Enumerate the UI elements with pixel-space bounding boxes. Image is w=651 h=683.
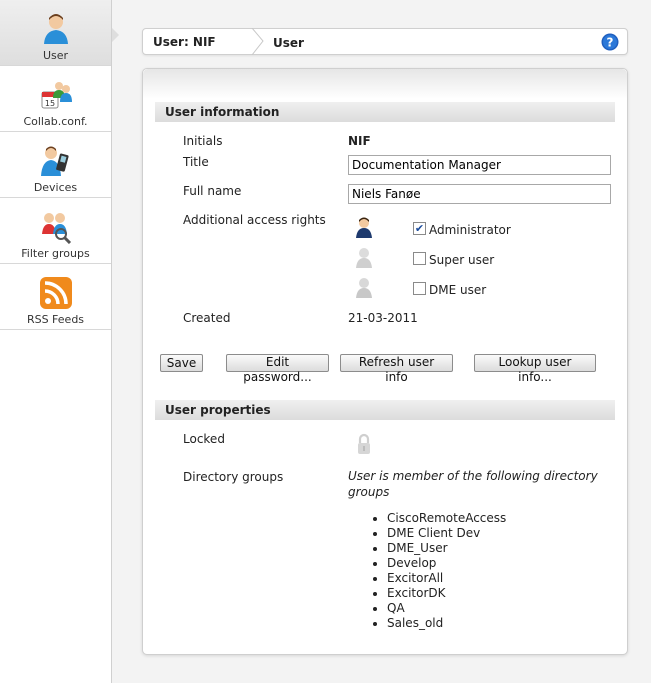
directory-groups-list: CiscoRemoteAccess DME Client Dev DME_Use… xyxy=(371,511,506,631)
user-icon xyxy=(43,14,68,44)
super-user-checkbox[interactable] xyxy=(413,252,426,265)
svg-text:?: ? xyxy=(607,36,614,50)
checkmark-icon: ✔ xyxy=(414,222,425,235)
sidebar-item-label: RSS Feeds xyxy=(26,313,85,326)
initials-value: NIF xyxy=(348,134,371,148)
sidebar-item-devices[interactable]: Devices xyxy=(0,132,111,198)
list-item: CiscoRemoteAccess xyxy=(371,511,506,526)
locked-label: Locked xyxy=(183,432,225,446)
breadcrumb-item-user-nif[interactable]: User: NIF xyxy=(153,35,216,49)
title-input[interactable] xyxy=(348,155,611,175)
sidebar-item-collab-conf[interactable]: 15 Collab.conf. xyxy=(0,66,111,132)
administrator-label: Administrator xyxy=(429,223,511,237)
list-item: ExcitorAll xyxy=(371,571,506,586)
user-panel: User information Initials NIF Title Full… xyxy=(142,68,628,655)
refresh-user-info-button[interactable]: Refresh user info xyxy=(340,354,453,384)
created-label: Created xyxy=(183,311,231,325)
rss-icon xyxy=(39,277,72,309)
title-label: Title xyxy=(183,155,209,169)
sidebar-item-user[interactable]: User xyxy=(0,0,111,66)
list-item: DME Client Dev xyxy=(371,526,506,541)
devices-icon xyxy=(40,146,69,176)
sidebar-item-label: Filter groups xyxy=(21,247,90,260)
sidebar-item-label: Collab.conf. xyxy=(23,115,88,128)
list-item: ExcitorDK xyxy=(371,586,506,601)
section-header-user-information: User information xyxy=(155,102,615,122)
list-item: QA xyxy=(371,601,506,616)
sidebar-item-label: Devices xyxy=(33,181,78,194)
dme-user-label: DME user xyxy=(429,283,487,297)
active-indicator-arrow xyxy=(112,28,119,42)
super-user-icon xyxy=(356,248,372,268)
breadcrumb-separator-icon xyxy=(251,28,264,55)
filter-groups-icon xyxy=(41,213,71,244)
collab-conf-icon: 15 xyxy=(41,82,72,109)
lock-icon xyxy=(358,433,370,454)
lookup-user-info-button[interactable]: Lookup user info... xyxy=(474,354,596,384)
administrator-icon xyxy=(356,217,372,238)
save-button[interactable]: Save xyxy=(160,354,203,372)
list-item: Sales_old xyxy=(371,616,506,631)
svg-text:15: 15 xyxy=(44,99,54,108)
super-user-label: Super user xyxy=(429,253,495,267)
sidebar-item-label: User xyxy=(42,49,69,62)
section-header-user-properties: User properties xyxy=(155,400,615,420)
initials-label: Initials xyxy=(183,134,223,148)
help-icon[interactable]: ? xyxy=(601,33,619,51)
panel-header-strip xyxy=(143,69,627,99)
breadcrumb: User: NIF User ? xyxy=(142,28,628,55)
list-item: Develop xyxy=(371,556,506,571)
list-item: DME_User xyxy=(371,541,506,556)
created-value: 21-03-2011 xyxy=(348,311,418,325)
dme-user-icon xyxy=(356,278,372,298)
administrator-checkbox[interactable]: ✔ xyxy=(413,222,426,235)
edit-password-button[interactable]: Edit password... xyxy=(226,354,329,384)
dme-user-checkbox[interactable] xyxy=(413,282,426,295)
access-rights-label: Additional access rights xyxy=(183,213,326,227)
sidebar-item-filter-groups[interactable]: Filter groups xyxy=(0,198,111,264)
sidebar: User 15 Collab.conf. Devices Filter grou… xyxy=(0,0,112,683)
directory-groups-intro: User is member of the following director… xyxy=(348,469,598,499)
breadcrumb-item-user: User xyxy=(273,36,304,50)
fullname-label: Full name xyxy=(183,184,242,198)
fullname-input[interactable] xyxy=(348,184,611,204)
directory-groups-label: Directory groups xyxy=(183,470,284,484)
sidebar-item-rss-feeds[interactable]: RSS Feeds xyxy=(0,264,111,330)
